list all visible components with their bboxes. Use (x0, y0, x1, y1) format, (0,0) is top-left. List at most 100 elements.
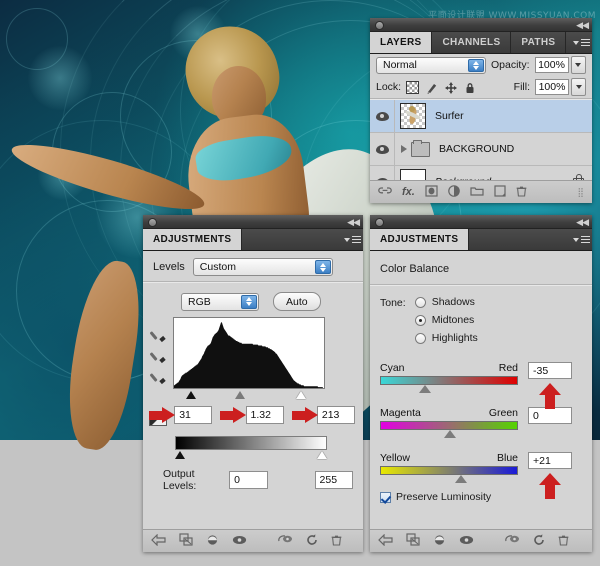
magenta-green-slider-knob[interactable] (444, 430, 456, 438)
yellow-blue-slider[interactable] (380, 466, 518, 483)
black-point-marker[interactable] (186, 391, 196, 399)
output-black-field[interactable]: 0 (229, 471, 268, 489)
clip-to-layer-icon[interactable] (406, 533, 420, 549)
fill-stepper-icon[interactable] (571, 78, 586, 96)
layer-row-surfer[interactable]: Surfer (370, 100, 592, 133)
blend-mode-spinner-icon[interactable] (468, 58, 484, 72)
levels-preset-row: Levels Custom (143, 251, 363, 281)
gray-point-dropper-icon[interactable] (149, 350, 167, 364)
layer-thumbnail[interactable] (400, 103, 426, 129)
preset-select[interactable]: Custom (192, 258, 333, 276)
magenta-green-value-field[interactable]: 0 (528, 407, 572, 424)
new-layer-icon[interactable] (494, 184, 506, 200)
cyan-red-slider-knob[interactable] (419, 385, 432, 393)
delete-adjustment-icon[interactable] (331, 534, 342, 549)
output-white-field[interactable]: 255 (314, 471, 353, 489)
yellow-blue-value-field[interactable]: +21 (528, 452, 572, 469)
toggle-layer-visibility-icon[interactable] (206, 534, 219, 549)
adjustment-layer-icon[interactable] (448, 184, 460, 200)
opacity-stepper-icon[interactable] (570, 56, 586, 74)
delete-layer-icon[interactable] (516, 185, 527, 200)
auto-button[interactable]: Auto (273, 292, 321, 311)
new-group-icon[interactable] (470, 185, 484, 199)
output-levels-slider-row (143, 450, 363, 460)
delete-adjustment-icon[interactable] (558, 534, 569, 549)
panel-resize-grip[interactable]: ⣿ (577, 187, 584, 198)
yellow-blue-slider-knob[interactable] (455, 475, 468, 483)
lock-all-icon[interactable] (464, 81, 476, 93)
tab-adjustments[interactable]: ADJUSTMENTS (370, 229, 470, 250)
levels-adjustments-panel: ◀◀ ADJUSTMENTS Levels Custom RGB Auto 31… (143, 215, 363, 552)
white-point-dropper-icon[interactable] (149, 371, 167, 385)
return-to-adjustment-list-icon[interactable] (151, 533, 166, 549)
gamma-marker[interactable] (235, 391, 245, 399)
channel-select[interactable]: RGB (181, 292, 259, 311)
radio-midtones[interactable] (414, 314, 426, 326)
layer-mask-icon[interactable] (425, 184, 438, 200)
view-previous-state-icon[interactable] (278, 534, 293, 548)
panel-menu-icon[interactable] (570, 229, 592, 250)
tab-channels[interactable]: CHANNELS (432, 32, 512, 53)
collapse-left-icon[interactable]: ◀◀ (347, 217, 360, 228)
panel-drag-grip[interactable]: ◀◀ (370, 18, 592, 32)
layer-visibility-toggle[interactable] (370, 100, 395, 132)
panel-drag-grip[interactable]: ◀◀ (370, 215, 592, 229)
output-white-marker[interactable] (317, 451, 327, 459)
group-disclosure-icon[interactable] (401, 145, 407, 153)
input-white-field[interactable]: 213 (316, 406, 355, 424)
channel-spinner-icon[interactable] (241, 294, 257, 309)
preset-spinner-icon[interactable] (314, 260, 331, 274)
lock-image-icon[interactable] (426, 81, 438, 94)
fill-input[interactable]: 100% (535, 79, 569, 95)
view-previous-state-icon[interactable] (505, 534, 520, 548)
link-layers-icon[interactable] (378, 185, 392, 199)
collapse-left-icon[interactable]: ◀◀ (576, 217, 589, 228)
input-black-field[interactable]: 31 (174, 406, 213, 424)
input-gamma-field[interactable]: 1.32 (245, 406, 284, 424)
radio-shadows[interactable] (414, 296, 426, 308)
panel-menu-icon[interactable] (570, 32, 592, 53)
blend-mode-select[interactable]: Normal (376, 56, 486, 74)
tone-option-shadows[interactable]: Shadows (414, 296, 478, 308)
panel-menu-icon[interactable] (341, 229, 363, 250)
white-point-marker[interactable] (296, 391, 306, 399)
cyan-red-value-field[interactable]: -35 (528, 362, 572, 379)
folder-icon (411, 139, 430, 157)
tone-option-midtones[interactable]: Midtones (414, 314, 478, 326)
tab-adjustments[interactable]: ADJUSTMENTS (143, 229, 243, 250)
lock-position-icon[interactable] (445, 81, 458, 94)
reset-icon[interactable] (306, 533, 318, 549)
reset-icon[interactable] (533, 533, 545, 549)
panel-close-dot[interactable] (375, 21, 384, 30)
layer-visibility-toggle[interactable] (370, 133, 395, 165)
tone-option-highlights[interactable]: Highlights (414, 332, 478, 344)
preview-eye-icon[interactable] (232, 535, 247, 548)
panel-drag-grip[interactable]: ◀◀ (143, 215, 363, 229)
lock-fill-row: Lock: Fill: 100% (370, 76, 592, 98)
collapse-left-icon[interactable]: ◀◀ (576, 20, 589, 31)
clip-to-layer-icon[interactable] (179, 533, 193, 549)
opacity-input[interactable]: 100% (534, 57, 569, 73)
panel-close-dot[interactable] (375, 218, 384, 227)
preserve-luminosity-checkbox[interactable] (380, 491, 391, 503)
magenta-green-slider[interactable] (380, 421, 518, 438)
tab-paths[interactable]: PATHS (511, 32, 567, 53)
output-levels-label: Output Levels: (163, 468, 197, 492)
cyan-red-slider[interactable] (380, 376, 518, 393)
slider-right-label: Red (498, 362, 518, 374)
tone-option-label: Highlights (431, 332, 478, 344)
lock-transparent-icon[interactable] (406, 80, 420, 94)
toggle-layer-visibility-icon[interactable] (433, 534, 446, 549)
output-black-marker[interactable] (175, 451, 185, 459)
preview-eye-icon[interactable] (459, 535, 474, 548)
input-levels-slider[interactable] (173, 391, 325, 401)
layer-style-fx-icon[interactable]: fx. (402, 186, 415, 198)
layer-row-background-group[interactable]: BACKGROUND (370, 133, 592, 166)
return-to-adjustment-list-icon[interactable] (378, 533, 393, 549)
levels-histogram[interactable] (173, 317, 325, 389)
radio-highlights[interactable] (414, 332, 426, 344)
panel-close-dot[interactable] (148, 218, 157, 227)
output-levels-slider[interactable] (175, 451, 327, 460)
black-point-dropper-icon[interactable] (149, 329, 167, 343)
tab-layers[interactable]: LAYERS (370, 32, 433, 53)
